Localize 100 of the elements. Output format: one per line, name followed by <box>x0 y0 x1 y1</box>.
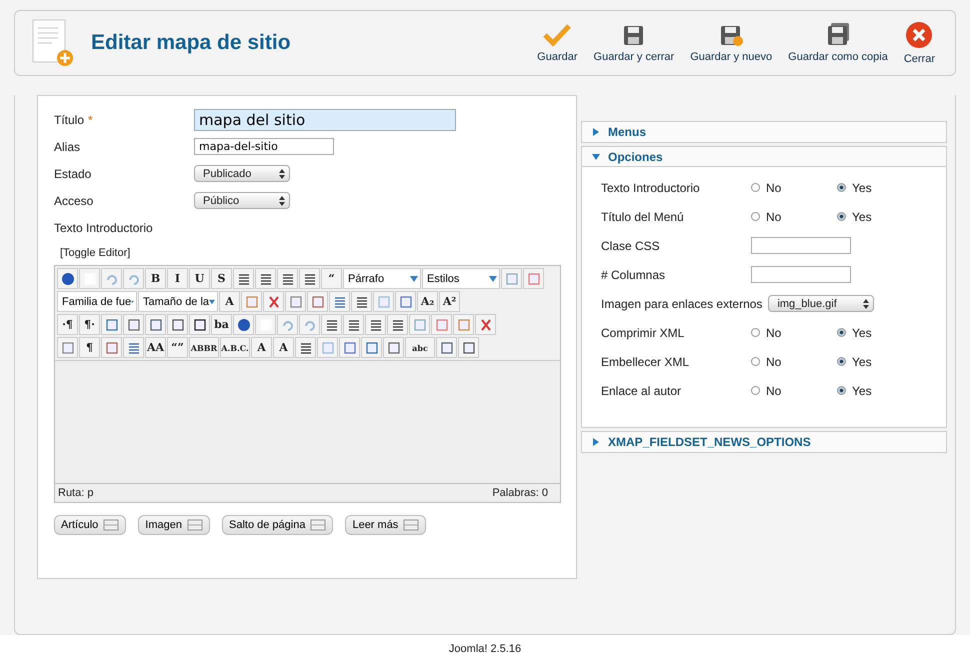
editor-tool-button[interactable] <box>189 314 210 335</box>
select-field[interactable]: Publicado <box>194 165 290 182</box>
option-label: Embellecer XML <box>601 354 690 368</box>
toggle-editor-link[interactable]: [Toggle Editor] <box>60 247 560 259</box>
editor-tool-button[interactable] <box>387 314 408 335</box>
toolbar-button[interactable]: Guardar y cerrar <box>586 17 682 69</box>
insert-icon <box>103 519 120 531</box>
editor-tool-button[interactable] <box>277 268 298 289</box>
indent-icon <box>332 294 346 308</box>
editor-tool-button[interactable] <box>351 291 372 312</box>
insert-button[interactable]: Leer más <box>345 515 426 535</box>
radio-option[interactable]: Yes <box>837 384 923 398</box>
insert-icon <box>310 519 326 531</box>
editor-dropdown[interactable]: Familia de fue <box>57 291 137 312</box>
title-field[interactable]: mapa del sitio <box>194 108 456 130</box>
editor-tool-button[interactable]: B <box>145 268 166 289</box>
toolbar-button[interactable]: Guardar como copia <box>780 17 896 69</box>
editor-tool-button[interactable] <box>458 337 479 358</box>
editor-tool-button[interactable]: I <box>167 268 188 289</box>
align-icon <box>258 272 272 286</box>
editor-tool-button[interactable]: “ <box>321 268 342 289</box>
text-field[interactable] <box>751 266 851 283</box>
editor-tool-button[interactable]: ¶ <box>79 337 100 358</box>
page-title: Editar mapa de sitio <box>91 31 292 55</box>
editor-tool-button[interactable]: A₂ <box>417 291 438 312</box>
option-label: # Columnas <box>601 268 666 282</box>
editor-dropdown[interactable]: Tamaño de la <box>138 291 218 312</box>
insert-icon <box>403 519 420 531</box>
collapsed-arrow-icon <box>592 438 600 446</box>
editor-tool-button[interactable] <box>167 314 188 335</box>
list-icon <box>354 294 368 308</box>
up-down-arrows-icon <box>279 168 285 178</box>
editor-tool-button[interactable]: A <box>251 337 272 358</box>
insert-button[interactable]: Salto de página <box>222 515 334 535</box>
editor-tool-button[interactable]: A <box>273 337 294 358</box>
editor-tool-button[interactable] <box>365 314 386 335</box>
alias-field[interactable]: mapa-del-sitio <box>194 138 334 155</box>
accordion-header[interactable]: XMAP_FIELDSET_NEWS_OPTIONS <box>582 432 946 452</box>
editor-tool-button[interactable]: ¶· <box>79 314 100 335</box>
dropdown-arrow-icon <box>410 276 418 282</box>
editor-tool-button[interactable] <box>321 314 342 335</box>
editor-tool-button[interactable]: U <box>189 268 210 289</box>
indent-icon <box>126 340 140 354</box>
insert-button[interactable]: Artículo <box>54 515 126 535</box>
radio-option[interactable]: No <box>751 384 837 398</box>
editor-tool-button[interactable] <box>255 268 276 289</box>
radio-option[interactable]: No <box>751 326 837 340</box>
radio-option[interactable]: Yes <box>837 180 923 194</box>
editor-tool-button[interactable]: abc <box>405 337 435 358</box>
editor-tool-button[interactable]: ba <box>211 314 232 335</box>
editor-tool-button[interactable]: A² <box>439 291 460 312</box>
align-icon <box>302 272 316 286</box>
radio-option[interactable]: No <box>751 180 837 194</box>
align-icon <box>280 272 294 286</box>
align-icon <box>324 318 338 332</box>
radio-option[interactable]: No <box>751 210 837 224</box>
radio-option[interactable]: No <box>751 354 837 368</box>
select-field[interactable]: Público <box>194 192 290 209</box>
field-label: Acceso <box>54 194 94 208</box>
list-icon <box>298 340 312 354</box>
help-icon <box>60 272 74 286</box>
insert-button[interactable]: Imagen <box>138 515 210 535</box>
toolbar-button[interactable]: Guardar <box>529 17 586 69</box>
editor-dropdown[interactable]: Párrafo <box>343 268 421 289</box>
text-field[interactable] <box>751 237 851 254</box>
radio-option[interactable]: Yes <box>837 354 923 368</box>
accordion-header[interactable]: Menus <box>582 122 946 142</box>
toolbar-button[interactable]: Cerrar <box>896 15 943 71</box>
editor-tool-button[interactable] <box>233 268 254 289</box>
dropdown-arrow-icon <box>489 276 497 282</box>
editor-tool-button[interactable] <box>343 314 364 335</box>
editor-tool-button[interactable]: AA <box>145 337 166 358</box>
option-label: Comprimir XML <box>601 326 686 340</box>
align-icon <box>346 318 360 332</box>
close-icon <box>905 21 934 49</box>
check-icon <box>542 23 572 47</box>
accordion-header[interactable]: Opciones <box>582 147 946 167</box>
radio-option[interactable]: Yes <box>837 210 923 224</box>
editor-tool-button[interactable]: A.B.C. <box>220 337 250 358</box>
editor-tool-button[interactable]: A <box>219 291 240 312</box>
option-label: Enlace al autor <box>601 384 682 398</box>
editor-tool-button[interactable]: ABBR <box>189 337 219 358</box>
editor-tool-button[interactable]: ·¶ <box>57 314 78 335</box>
align-icon <box>368 318 382 332</box>
editor-tool-button[interactable] <box>299 268 320 289</box>
version-text: Joomla! 2.5.16 <box>448 643 522 655</box>
editor-tool-button[interactable]: “” <box>167 337 188 358</box>
radio-option[interactable]: Yes <box>837 326 923 340</box>
document-add-icon <box>31 18 75 68</box>
editor-dropdown[interactable]: Estilos <box>422 268 500 289</box>
align-icon <box>390 318 404 332</box>
editor-tool-button[interactable] <box>295 337 316 358</box>
select-field[interactable]: img_blue.gif <box>768 295 874 312</box>
editor-tool-button[interactable] <box>57 268 78 289</box>
toolbar-button[interactable]: Guardar y nuevo <box>682 17 780 69</box>
align-icon <box>236 272 250 286</box>
editor-tool-button[interactable]: S <box>211 268 232 289</box>
editor-tool-button[interactable] <box>233 314 254 335</box>
field-label: Estado <box>54 166 92 180</box>
help-icon <box>236 318 250 332</box>
